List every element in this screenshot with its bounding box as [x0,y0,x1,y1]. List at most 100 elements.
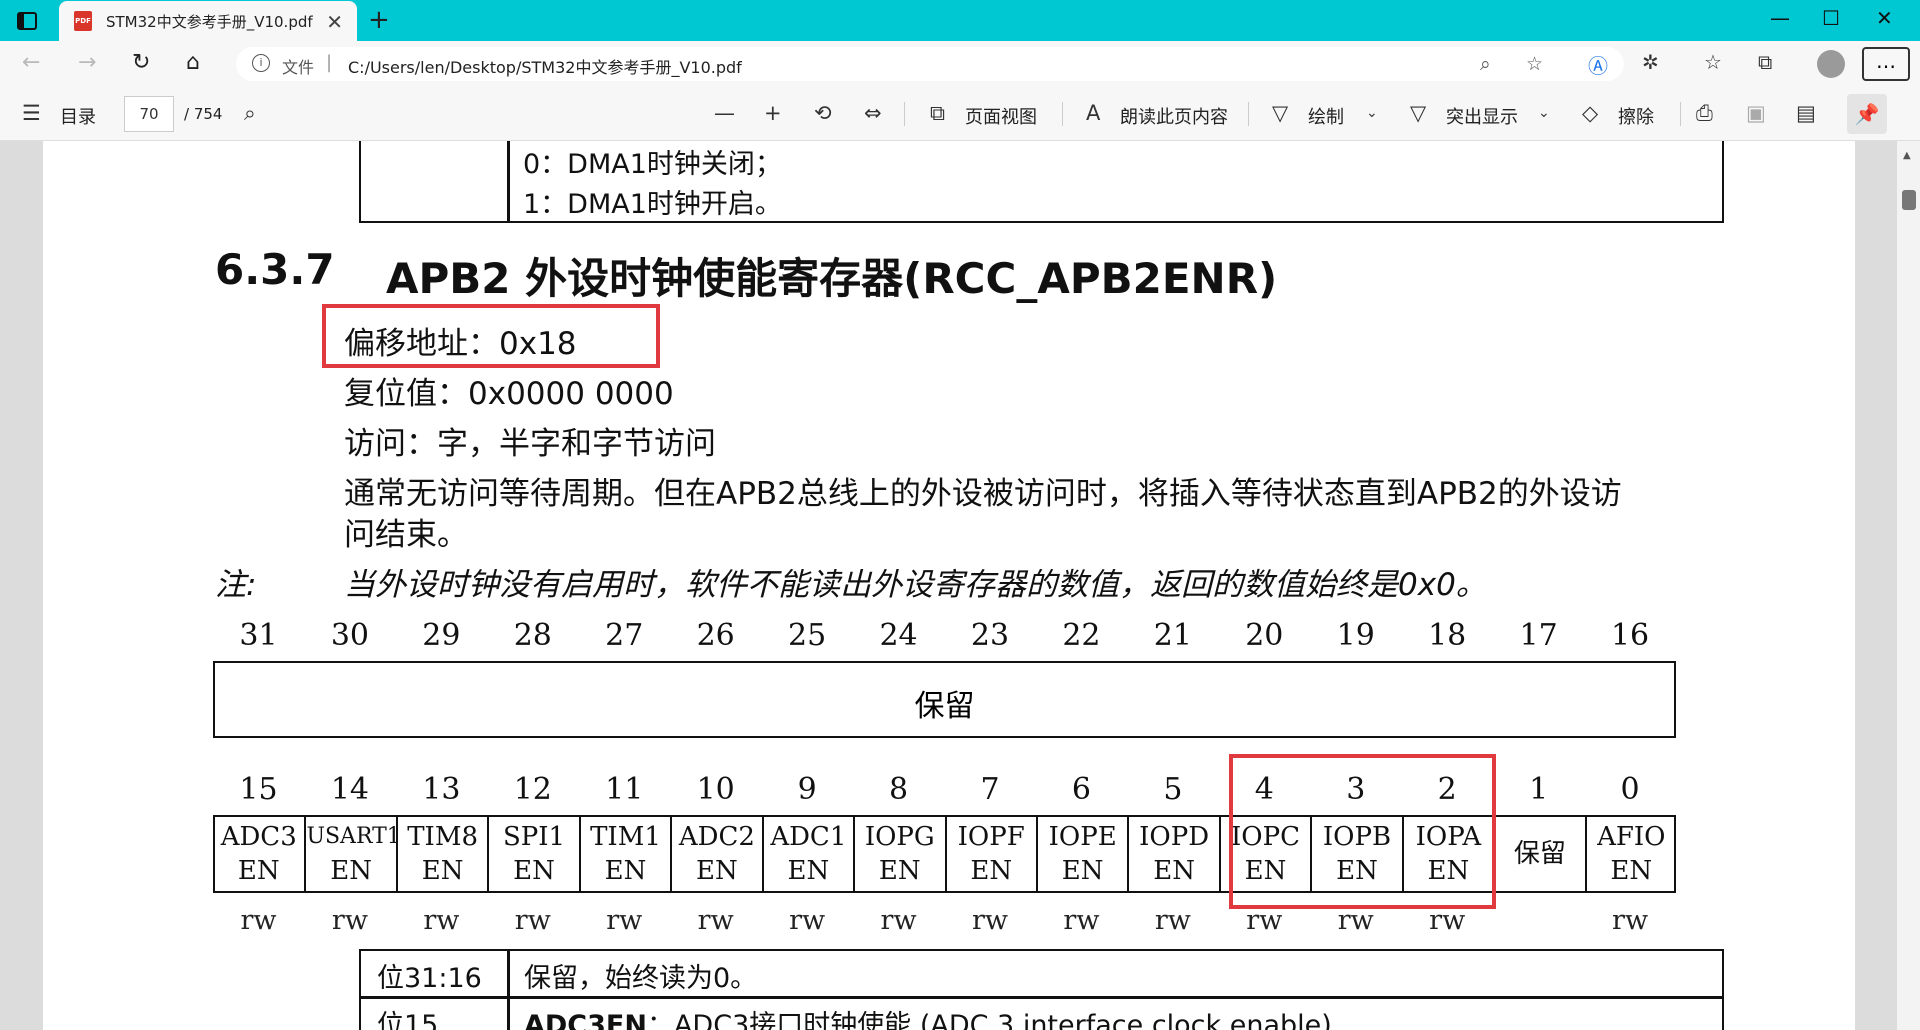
settings-more-button[interactable]: … [1862,47,1910,81]
tab-actions-icon [17,12,37,30]
register-field-cell: TIM8 EN [395,817,487,891]
field-name: USART1 [306,824,401,849]
page-total: / 754 [184,105,223,123]
zoom-icon[interactable]: ⌕ [1480,53,1491,75]
bit-number: 1 [1529,772,1549,807]
field-suffix: EN [1610,856,1653,886]
section-title: APB2 外设时钟使能寄存器(RCC_APB2ENR) [386,254,1278,303]
erase-icon[interactable]: ◇ [1582,101,1598,125]
save-icon[interactable]: ▣ [1746,101,1766,125]
bit-number: 8 [889,772,909,807]
access-type: rw [880,905,917,936]
info-icon[interactable]: i [252,54,270,72]
field-suffix: EN [513,856,555,886]
bit-number: 24 [879,618,918,653]
bit-number: 19 [1336,618,1375,653]
bit-row0-bits: 位31:16 [377,963,482,994]
field-suffix: EN [787,856,830,886]
bit-number: 25 [788,618,827,653]
tab-close-icon[interactable]: ✕ [326,10,343,34]
bit-row1-field-name: ADC3EN [524,1010,647,1030]
field-name: ADC3 [220,822,297,852]
highlight-dropdown-icon[interactable]: ⌄ [1538,105,1550,121]
workspaces-button[interactable] [14,8,40,34]
register-field-cell: ADC2 EN [670,817,761,891]
bit-number: 10 [696,772,735,807]
field-suffix: EN [330,856,373,886]
field-name: IOPG [864,822,935,852]
field-suffix: EN [421,856,464,886]
highlight-icon[interactable]: ▽ [1410,101,1426,125]
tab-title: STM32中文参考手册_V10.pdf [106,12,313,31]
field-suffix: EN [696,856,738,886]
print-icon[interactable]: ⎙ [1696,101,1713,126]
close-window-button[interactable]: ✕ [1876,6,1893,30]
section-number: 6.3.7 [215,245,335,294]
toc-icon[interactable]: ☰ [22,101,41,125]
toc-button[interactable]: 目录 [60,103,96,129]
title-bar: PDF STM32中文参考手册_V10.pdf ✕ + — ☐ ✕ [0,0,1920,41]
add-favorite-icon[interactable]: ☆ [1526,53,1543,75]
register-field-cell: IOPG EN [853,817,944,891]
extensions-icon[interactable]: ✲ [1642,50,1659,74]
url-text[interactable]: C:/Users/len/Desktop/STM32中文参考手册_V10.pdf [348,54,742,78]
page-view-icon[interactable]: ⧉ [930,101,945,126]
fit-page-icon[interactable]: ⇔ [864,101,882,125]
forward-button[interactable]: → [78,50,96,75]
active-tab[interactable]: PDF STM32中文参考手册_V10.pdf ✕ [59,1,357,41]
zoom-in-button[interactable]: + [764,101,782,125]
bit-number: 13 [422,772,461,807]
favorites-icon[interactable]: ☆ [1704,50,1722,74]
field-name: TIM8 [407,822,478,852]
bit-number: 31 [239,618,278,653]
collections-icon[interactable]: ⧉ [1758,50,1772,74]
field-name: AFIO [1597,822,1666,852]
bit-row1-desc: ADC3EN：ADC3接口时钟使能 (ADC 3 interface clock… [524,1003,1332,1030]
back-button[interactable]: ← [22,50,40,75]
draw-button[interactable]: 绘制 [1308,103,1344,129]
scrollbar-thumb[interactable] [1902,190,1916,210]
field-suffix: EN [1061,856,1104,886]
read-aloud-icon[interactable]: A [1086,101,1100,125]
copilot-icon[interactable]: Ⓐ [1588,50,1608,79]
save-as-icon[interactable]: ▤ [1796,101,1816,125]
new-tab-button[interactable]: + [368,5,390,35]
access-type: rw [1154,905,1191,936]
page-view-button[interactable]: 页面视图 [965,103,1037,129]
draw-dropdown-icon[interactable]: ⌄ [1366,105,1378,121]
minimize-button[interactable]: — [1770,6,1790,30]
reserved-high-field: 保留 [213,661,1676,738]
access-type: rw [1063,905,1100,936]
profile-avatar[interactable] [1817,50,1845,78]
address-input[interactable]: i 文件 | C:/Users/len/Desktop/STM32中文参考手册_… [236,47,1624,81]
note-text: 当外设时钟没有启用时，软件不能读出外设寄存器的数值，返回的数值始终是0x0。 [344,567,1487,603]
field-name: ADC2 [678,822,755,852]
vertical-scrollbar[interactable] [1897,141,1920,1030]
bit-number: 23 [970,618,1010,653]
register-field-cell: 保留 [1493,817,1584,891]
rotate-icon[interactable]: ⟲ [814,101,832,125]
home-button[interactable]: ⌂ [186,50,200,75]
pdf-file-icon: PDF [74,11,92,31]
pin-toolbar-button[interactable]: 📌 [1847,94,1887,134]
page-number-input[interactable]: 70 [124,96,174,132]
draw-icon[interactable]: ▽ [1272,101,1288,125]
bit-number: 20 [1245,618,1284,653]
erase-button[interactable]: 擦除 [1618,103,1654,129]
register-field-cell: IOPF EN [944,817,1036,891]
bit-row0-desc: 保留，始终读为0。 [524,963,758,994]
bit-number: 29 [422,618,461,653]
bit-number: 28 [513,618,552,653]
bit-row1-desc-text: ：ADC3接口时钟使能 (ADC 3 interface clock enabl… [646,1010,1332,1030]
read-aloud-button[interactable]: 朗读此页内容 [1120,103,1228,129]
scroll-up-icon[interactable]: ▲ [1903,150,1911,161]
maximize-button[interactable]: ☐ [1822,6,1840,30]
highlight-button[interactable]: 突出显示 [1446,103,1518,129]
search-icon[interactable]: ⌕ [244,101,256,126]
bit-number: 16 [1610,618,1650,653]
zoom-out-button[interactable]: — [714,101,735,125]
bit-number: 21 [1153,618,1192,653]
register-field-cell: IOPD EN [1127,817,1218,891]
bit-number: 22 [1062,618,1101,653]
refresh-button[interactable]: ↻ [132,50,150,75]
